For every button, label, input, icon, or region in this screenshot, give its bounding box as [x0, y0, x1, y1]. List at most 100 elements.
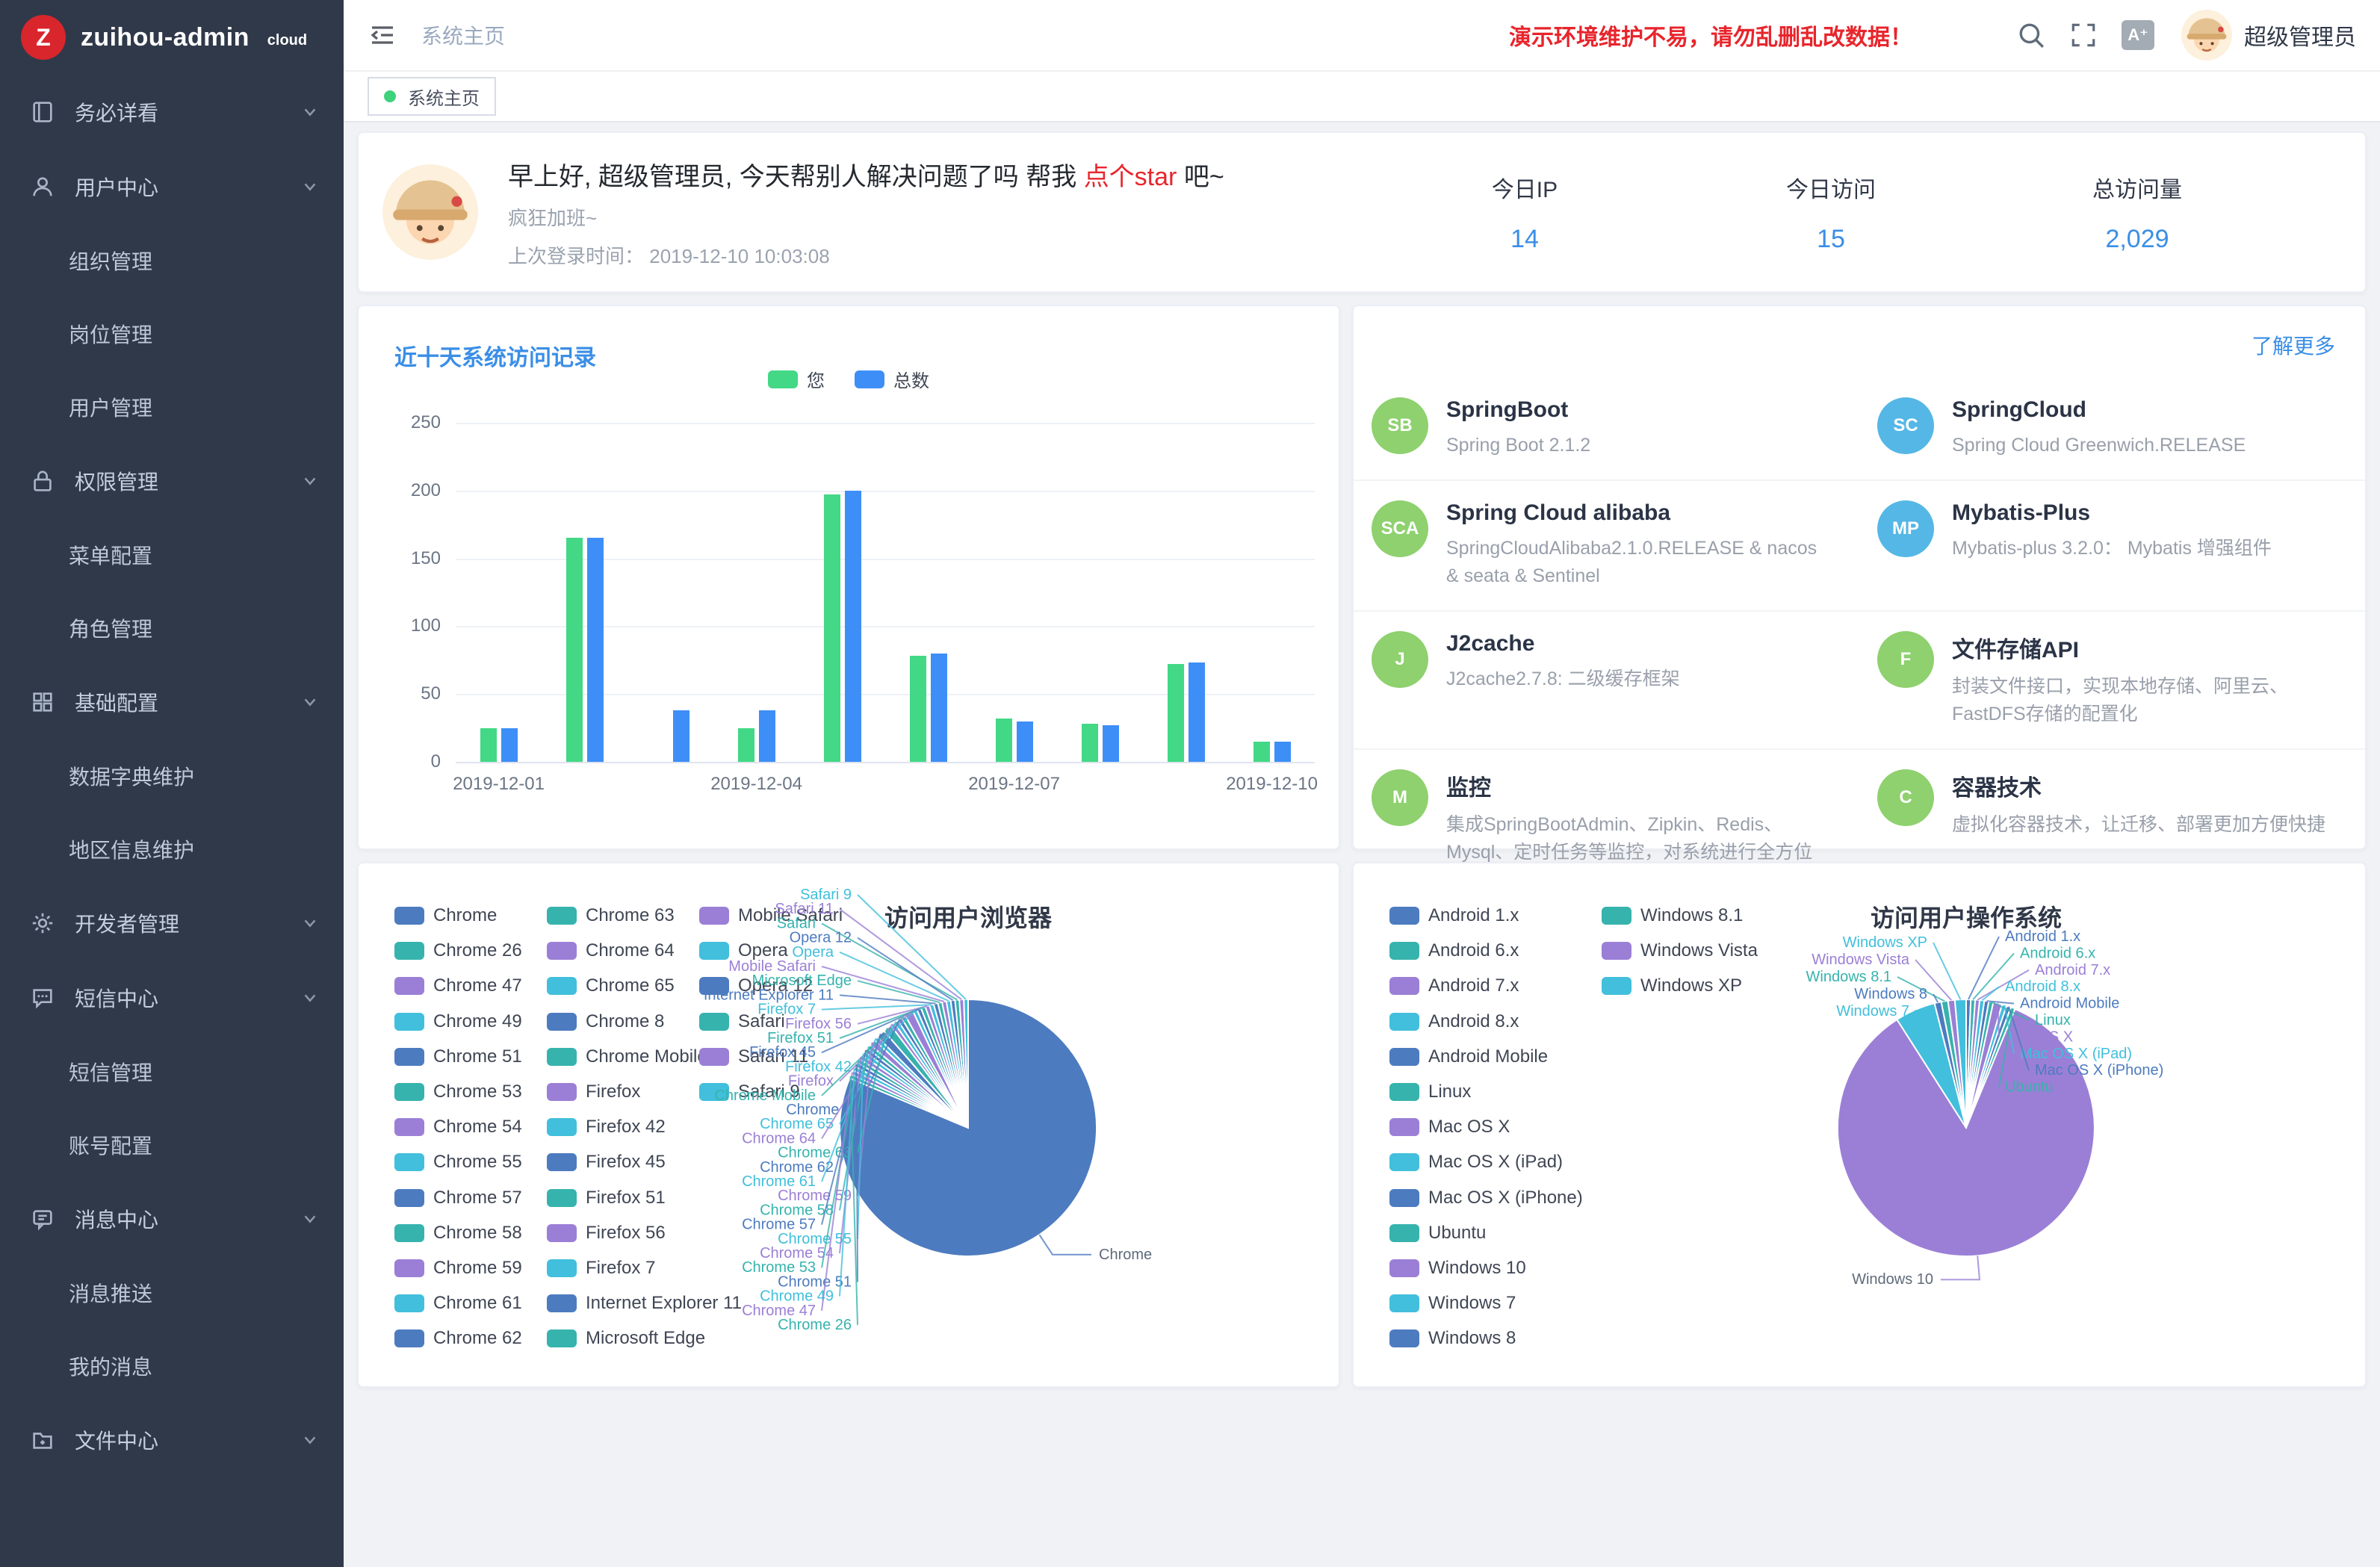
legend-item[interactable]: Firefox 7 — [547, 1258, 655, 1279]
user-avatar[interactable] — [2181, 10, 2232, 60]
legend-item[interactable]: Firefox 51 — [547, 1188, 666, 1208]
legend-item[interactable]: Windows XP — [1602, 975, 1742, 996]
sidebar-subitem[interactable]: 地区信息维护 — [0, 813, 344, 886]
legend-item[interactable]: Chrome 57 — [394, 1188, 522, 1208]
pie-slice — [853, 1067, 968, 1128]
legend-item[interactable]: Firefox 45 — [547, 1152, 666, 1173]
legend-item[interactable]: Chrome 54 — [394, 1117, 522, 1138]
legend-item[interactable]: Mac OS X (iPhone) — [1389, 1188, 1583, 1208]
legend-swatch — [1389, 1048, 1419, 1066]
legend-swatch — [1389, 942, 1419, 960]
tech-item[interactable]: JJ2cacheJ2cache2.7.8: 二级缓存框架 — [1354, 610, 1859, 748]
legend-swatch — [394, 1153, 424, 1171]
sidebar-subitem[interactable]: 用户管理 — [0, 370, 344, 444]
legend-item[interactable]: Linux — [1389, 1082, 1471, 1102]
tech-item[interactable]: SCSpringCloudSpring Cloud Greenwich.RELE… — [1859, 378, 2365, 480]
sidebar-subitem[interactable]: 账号配置 — [0, 1108, 344, 1182]
sidebar-item-7[interactable]: 文件中心 — [0, 1403, 344, 1477]
sidebar-item-2[interactable]: 权限管理 — [0, 444, 344, 518]
legend-item[interactable]: Android 7.x — [1389, 975, 1519, 996]
sidebar-item-5[interactable]: 短信中心 — [0, 961, 344, 1035]
legend-item[interactable]: Opera — [699, 940, 788, 961]
legend-item[interactable]: Chrome 8 — [547, 1011, 664, 1032]
legend-item[interactable]: Chrome 64 — [547, 940, 675, 961]
legend-item[interactable]: Microsoft Edge — [547, 1328, 705, 1349]
legend-item[interactable]: Chrome 59 — [394, 1258, 522, 1279]
legend-item[interactable]: Safari 11 — [699, 1046, 808, 1067]
legend-item[interactable]: Chrome 47 — [394, 975, 522, 996]
legend-item[interactable]: Android 6.x — [1389, 940, 1519, 961]
collapse-sidebar-icon[interactable] — [368, 20, 397, 50]
pie-slice — [1948, 1000, 1966, 1128]
sidebar-subitem[interactable]: 短信管理 — [0, 1035, 344, 1108]
legend-label: Chrome 59 — [433, 1258, 522, 1279]
legend-item[interactable]: Chrome 53 — [394, 1082, 522, 1102]
legend-item[interactable]: Chrome 63 — [547, 905, 675, 926]
legend-item[interactable]: Windows 7 — [1389, 1293, 1516, 1314]
breadcrumb[interactable]: 系统主页 — [421, 20, 505, 50]
legend-item[interactable]: Chrome 65 — [547, 975, 675, 996]
legend-item[interactable]: Chrome 62 — [394, 1328, 522, 1349]
legend-item[interactable]: Chrome 55 — [394, 1152, 522, 1173]
legend-label: Chrome 63 — [586, 905, 675, 926]
legend-item[interactable]: Safari 9 — [699, 1082, 800, 1102]
legend-item[interactable]: Windows 8.1 — [1602, 905, 1743, 926]
sidebar-item-4[interactable]: 开发者管理 — [0, 886, 344, 961]
legend-item[interactable]: Chrome Mobile — [547, 1046, 707, 1067]
pie-slice — [867, 1045, 968, 1128]
sidebar-item-1[interactable]: 用户中心 — [0, 149, 344, 224]
tech-item[interactable]: MPMybatis-PlusMybatis-plus 3.2.0： Mybati… — [1859, 480, 2365, 610]
legend-item[interactable]: Windows Vista — [1602, 940, 1758, 961]
legend-item[interactable]: 总数 — [855, 366, 929, 392]
sidebar-subitem[interactable]: 组织管理 — [0, 224, 344, 297]
legend-item[interactable]: Chrome 49 — [394, 1011, 522, 1032]
legend-item[interactable]: Mac OS X (iPad) — [1389, 1152, 1563, 1173]
sidebar-subitem[interactable]: 我的消息 — [0, 1329, 344, 1403]
sidebar-subitem[interactable]: 菜单配置 — [0, 518, 344, 592]
sidebar-subitem[interactable]: 岗位管理 — [0, 297, 344, 370]
tech-item[interactable]: F文件存储API封装文件接口，实现本地存储、阿里云、FastDFS存储的配置化 — [1859, 610, 2365, 748]
bar — [845, 491, 861, 762]
legend-item[interactable]: Android Mobile — [1389, 1046, 1548, 1067]
sidebar-subitem[interactable]: 角色管理 — [0, 592, 344, 665]
sidebar-subitem[interactable]: 消息推送 — [0, 1256, 344, 1329]
legend-item[interactable]: Chrome — [394, 905, 497, 926]
y-axis-label: 150 — [366, 548, 441, 569]
legend-item[interactable]: Opera 12 — [699, 975, 813, 996]
legend-item[interactable]: Firefox — [547, 1082, 640, 1102]
legend-item[interactable]: Android 1.x — [1389, 905, 1519, 926]
chevron-down-icon — [302, 693, 320, 711]
sidebar-subitem[interactable]: 数据字典维护 — [0, 739, 344, 813]
app-logo[interactable]: Z zuihou-admin cloud — [0, 0, 344, 75]
legend-item[interactable]: Android 8.x — [1389, 1011, 1519, 1032]
legend-item[interactable]: Windows 10 — [1389, 1258, 1526, 1279]
legend-item[interactable]: Chrome 26 — [394, 940, 522, 961]
star-link[interactable]: 点个star — [1084, 163, 1177, 191]
page-content: 早上好, 超级管理员, 今天帮别人解决问题了吗 帮我 点个star 吧~ 疯狂加… — [344, 122, 2380, 1567]
pie-slice — [951, 1000, 968, 1128]
legend-item[interactable]: Ubuntu — [1389, 1223, 1486, 1244]
tab-home[interactable]: 系统主页 — [368, 77, 496, 116]
legend-item[interactable]: Chrome 61 — [394, 1293, 522, 1314]
legend-item[interactable]: Chrome 51 — [394, 1046, 522, 1067]
legend-item[interactable]: Mobile Safari — [699, 905, 843, 926]
legend-item[interactable]: Firefox 56 — [547, 1223, 666, 1244]
legend-item[interactable]: Windows 8 — [1389, 1328, 1516, 1349]
username-label[interactable]: 超级管理员 — [2244, 19, 2356, 52]
legend-item[interactable]: Chrome 58 — [394, 1223, 522, 1244]
sidebar-item-0[interactable]: 务必详看 — [0, 75, 344, 149]
tech-item[interactable]: SCASpring Cloud alibabaSpringCloudAlibab… — [1354, 480, 1859, 610]
tech-item[interactable]: SBSpringBootSpring Boot 2.1.2 — [1354, 378, 1859, 480]
legend-item[interactable]: Firefox 42 — [547, 1117, 666, 1138]
legend-item[interactable]: Internet Explorer 11 — [547, 1293, 742, 1314]
sidebar-item-6[interactable]: 消息中心 — [0, 1182, 344, 1256]
sidebar-item-3[interactable]: 基础配置 — [0, 665, 344, 739]
font-size-icon[interactable]: A⁺ — [2122, 20, 2154, 50]
legend-item[interactable]: Safari — [699, 1011, 785, 1032]
legend-item[interactable]: Mac OS X — [1389, 1117, 1510, 1138]
legend-swatch — [1389, 1083, 1419, 1101]
search-icon[interactable] — [2017, 21, 2045, 49]
legend-item[interactable]: 您 — [768, 366, 825, 392]
fullscreen-icon[interactable] — [2069, 21, 2098, 49]
learn-more-link[interactable]: 了解更多 — [2252, 330, 2335, 360]
